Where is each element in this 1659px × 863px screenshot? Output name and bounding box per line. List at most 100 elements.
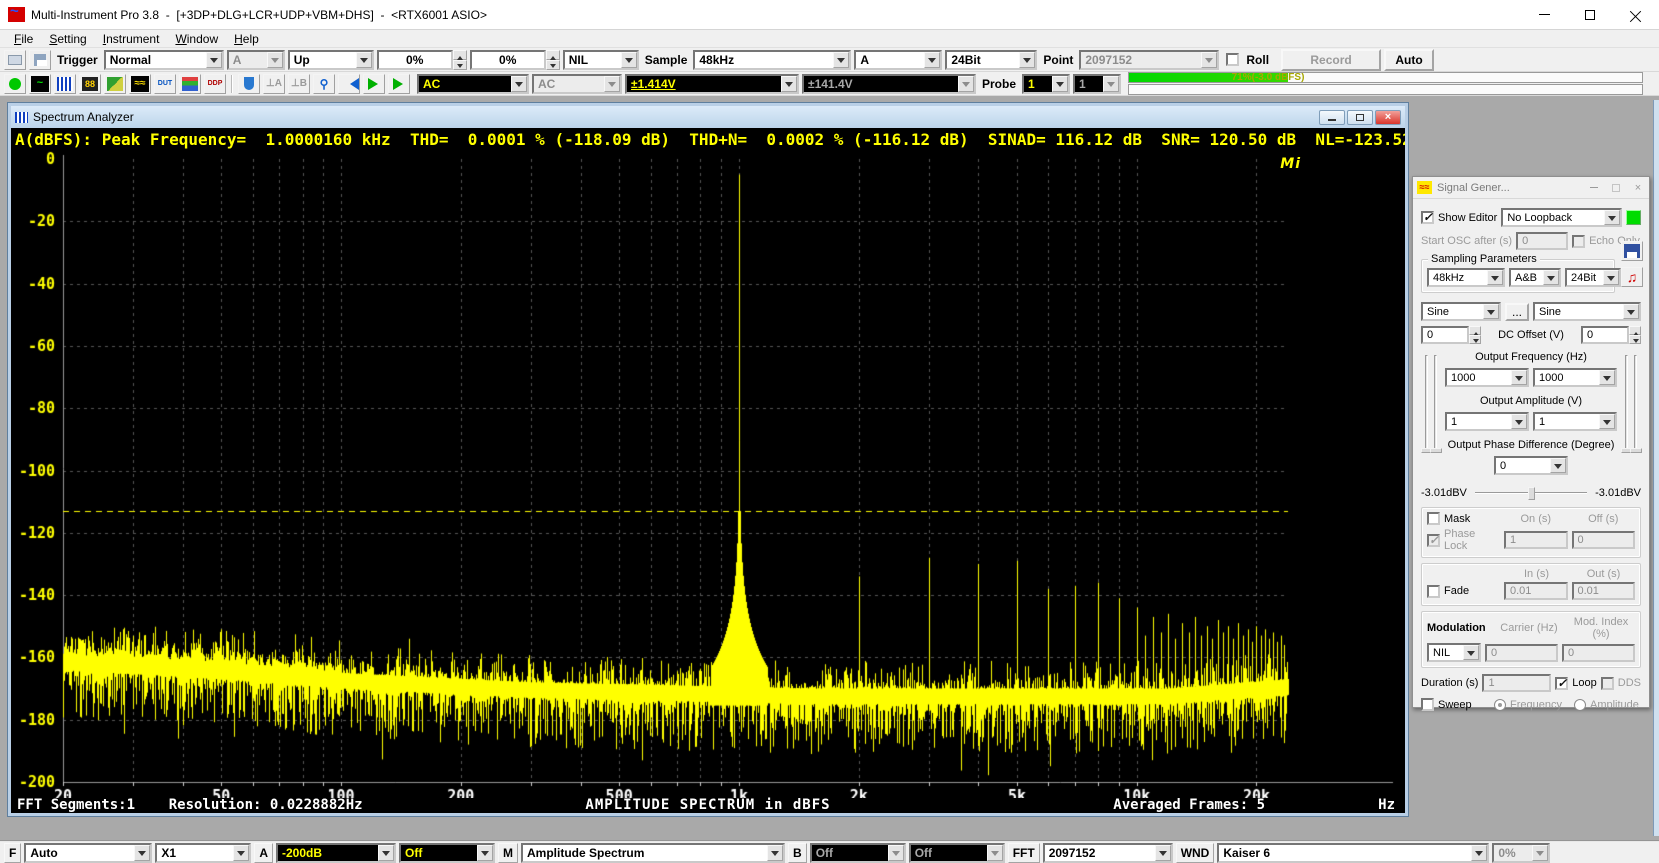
show-editor-checkbox[interactable] [1421,211,1434,224]
spin-up-icon[interactable] [1629,326,1641,335]
volume-slider-a-right[interactable] [1625,355,1628,451]
run-a-button[interactable] [363,74,385,94]
child-close-button[interactable]: × [1375,110,1401,125]
menu-instrument[interactable]: Instrument [95,32,168,46]
menu-help[interactable]: Help [226,32,267,46]
spectrum-analyzer-titlebar[interactable]: Spectrum Analyzer × [11,106,1405,128]
frequency-b-select[interactable]: 1000 [1533,368,1617,387]
trigger-mode-select[interactable]: Normal [104,50,224,70]
panel-maximize-button[interactable] [1609,181,1623,195]
menu-window[interactable]: Window [167,32,226,46]
shift-a-select[interactable]: Off [399,843,495,863]
spectrum-plot[interactable] [11,150,1405,798]
coupling-a-select[interactable]: AC [417,74,529,94]
spectrum-3d-plot-button[interactable] [179,74,201,94]
dc-offset-a-spinner[interactable]: 0 [1421,326,1481,344]
signal-generator-titlebar[interactable]: ≈≈ Signal Gener... × [1413,177,1649,199]
range-a-axis-select[interactable]: -200dB [276,843,396,863]
save-button[interactable] [29,50,51,70]
spin-down-icon[interactable] [1469,335,1481,344]
auto-button[interactable]: Auto [1384,49,1434,71]
amplitude-a-select[interactable]: 1 [1445,412,1529,431]
minimize-button[interactable] [1521,0,1567,30]
range-a-select[interactable]: ±1.414V [625,74,799,94]
open-file-button[interactable] [4,50,26,70]
probe-calibration-button[interactable]: ⚲ [313,74,335,94]
child-minimize-button[interactable] [1319,110,1345,125]
loopback-select[interactable]: No Loopback [1501,208,1622,227]
hpf-select[interactable]: NIL [563,50,639,70]
mask-checkbox[interactable] [1427,512,1440,525]
dut-button[interactable]: DUT [154,74,176,94]
frequency-a-select[interactable]: 1000 [1445,368,1529,387]
zoom-select[interactable]: X1 [155,843,251,863]
spin-up-icon[interactable] [1469,326,1481,335]
multimeter-button[interactable]: 88 [79,74,101,94]
waveform-b-select[interactable]: Sine [1533,302,1641,321]
amplitude-b-select[interactable]: 1 [1533,412,1617,431]
background-window-edge[interactable] [1653,100,1659,836]
roll-checkbox-box[interactable] [1226,53,1239,66]
spin-down-icon[interactable] [1629,335,1641,344]
menu-setting[interactable]: Setting [41,32,94,46]
maximize-button[interactable] [1567,0,1613,30]
window-function-select[interactable]: Kaiser 6 [1217,843,1489,863]
waveform-more-button[interactable]: ... [1505,303,1529,321]
trigger-level-spinner[interactable]: 0% [377,50,467,70]
modulation-type-select[interactable]: NIL [1427,643,1481,662]
volume-slider-b-right[interactable] [1634,355,1637,451]
dds-label: DDS [1618,677,1641,689]
freq-axis-select[interactable]: Auto [24,843,152,863]
volume-slider-a-left[interactable] [1425,355,1428,451]
fade-checkbox[interactable] [1427,585,1440,598]
dc-offset-a-value[interactable]: 0 [1421,326,1469,344]
gen-rate-select[interactable]: 48kHz [1427,268,1505,287]
trigger-delay-value[interactable]: 0% [470,50,546,70]
waveform-library-button[interactable]: ♫ [1621,267,1643,287]
panel-minimize-button[interactable] [1587,181,1601,195]
close-button[interactable] [1613,0,1659,30]
gen-bits-select[interactable]: 24Bit [1565,268,1621,287]
oscilloscope-button[interactable]: ~ [29,74,51,94]
panel-close-button[interactable]: × [1631,181,1645,195]
spin-down-icon[interactable] [546,60,560,70]
run-hold-button[interactable] [4,74,26,94]
waveform-a-select[interactable]: Sine [1421,302,1501,321]
spin-up-icon[interactable] [453,50,467,60]
calibration-button[interactable] [238,74,260,94]
device-test-plan-button[interactable] [104,74,126,94]
probe-a-select[interactable]: 1 [1022,74,1070,94]
run-b-button[interactable] [388,74,410,94]
menu-file[interactable]: File [6,32,41,46]
gen-channel-select[interactable]: A&B [1509,268,1561,287]
dc-offset-b-spinner[interactable]: 0 [1581,326,1641,344]
mode-select[interactable]: Amplitude Spectrum [521,843,785,863]
ddp-viewer-button[interactable]: DDP [204,74,226,94]
slider-thumb[interactable] [1430,448,1442,453]
slider-thumb[interactable] [1528,487,1535,500]
sweep-checkbox[interactable] [1421,698,1434,711]
generator-run-indicator[interactable] [1626,210,1641,225]
trigger-edge-select[interactable]: Up [288,50,374,70]
signal-generator-button[interactable]: ≈≈ [129,74,151,94]
child-maximize-button[interactable] [1347,110,1373,125]
balance-slider[interactable] [1475,485,1587,501]
fft-size-select[interactable]: 2097152 [1043,843,1173,863]
trigger-level-value[interactable]: 0% [377,50,453,70]
dc-offset-b-value[interactable]: 0 [1581,326,1629,344]
sample-bits-select[interactable]: 24Bit [945,50,1037,70]
phase-select[interactable]: 0 [1494,456,1568,475]
volume-slider-b-left[interactable] [1434,355,1437,451]
spectrum-analyzer-button[interactable] [54,74,76,94]
roll-checkbox[interactable]: Roll [1226,53,1272,67]
spin-down-icon[interactable] [453,60,467,70]
sound-device-button[interactable] [338,74,360,94]
sample-rate-select[interactable]: 48kHz [693,50,851,70]
loop-checkbox[interactable] [1555,677,1568,690]
save-waveform-button[interactable] [1621,241,1643,261]
trigger-delay-spinner[interactable]: 0% [470,50,560,70]
dbv-right-label: -3.01dBV [1595,487,1641,499]
spin-up-icon[interactable] [546,50,560,60]
sample-channel-select[interactable]: A [854,50,942,70]
slider-thumb[interactable] [1630,448,1642,453]
